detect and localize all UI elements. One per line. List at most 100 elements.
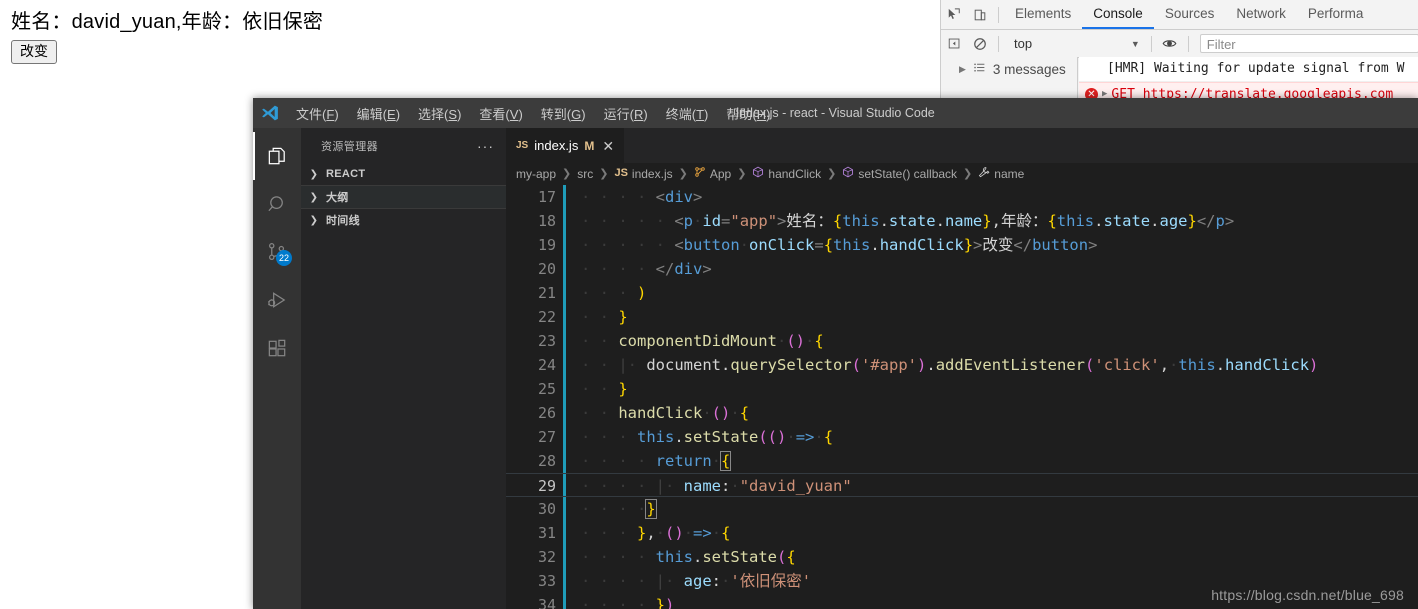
watermark: https://blog.csdn.net/blue_698 — [1211, 587, 1404, 603]
activity-bar: 22 — [253, 128, 301, 609]
sidebar-section-timeline[interactable]: ❯ 时间线 — [301, 209, 506, 231]
breadcrumb-separator: ❯ — [963, 168, 973, 181]
menu-help[interactable]: 帮助(H) — [717, 102, 779, 125]
console-sidebar: ▶ 3 messages — [941, 57, 1078, 104]
breadcrumb-separator: ❯ — [737, 168, 747, 181]
breadcrumb-item-setstate-callback[interactable]: setState() callback — [840, 166, 959, 181]
execution-context-select[interactable]: top ▼ — [1008, 34, 1146, 53]
search-icon[interactable] — [253, 180, 301, 228]
vscode-menubar: 文件(F) 编辑(E) 选择(S) 查看(V) 转到(G) 运行(R) 终端(T… — [287, 102, 779, 125]
message-list-icon — [973, 61, 986, 77]
line-content: · · · · </div> — [581, 259, 712, 278]
menu-run-label: 运行 — [603, 106, 630, 122]
sidebar-section-outline[interactable]: ❯ 大纲 — [301, 185, 506, 209]
line-content: · · · · <div> — [581, 187, 703, 206]
toolbar-divider-2 — [998, 35, 999, 52]
tab-elements[interactable]: Elements — [1004, 0, 1082, 29]
tab-performance[interactable]: Performa — [1297, 0, 1375, 29]
line-number: 21 — [537, 283, 556, 302]
unsaved-indicator: M — [584, 138, 595, 153]
menu-terminal-accel: T — [696, 106, 705, 122]
code-line[interactable]: 26 · · handClick·()·{ — [506, 401, 1418, 425]
sidebar-section-label: 大纲 — [326, 192, 349, 204]
menu-view-accel: V — [509, 106, 519, 122]
line-number: 32 — [537, 547, 556, 566]
menu-selection[interactable]: 选择(S) — [409, 102, 470, 125]
line-content: · · · },·()·=>·{ — [581, 523, 731, 542]
breadcrumb-item-my-app[interactable]: my-app — [514, 167, 558, 181]
menu-view[interactable]: 查看(V) — [470, 102, 531, 125]
code-line[interactable]: 21 · · · ) — [506, 281, 1418, 305]
menu-run-accel: R — [633, 106, 644, 122]
menu-go[interactable]: 转到(G) — [532, 102, 595, 125]
editor-tabbar: JS index.js M ✕ — [506, 128, 1418, 163]
breadcrumb-item-src[interactable]: src — [575, 167, 595, 181]
code-editor[interactable]: 17 · · · · <div> 18 · · · · · <p·id="app… — [506, 184, 1418, 609]
line-content: · · · this.setState(()·=>·{ — [581, 427, 834, 446]
menu-file[interactable]: 文件(F) — [287, 102, 348, 125]
tab-sources[interactable]: Sources — [1154, 0, 1226, 29]
live-expression-icon[interactable] — [1157, 31, 1183, 57]
code-line[interactable]: 22 · · } — [506, 305, 1418, 329]
breadcrumb-separator: ❯ — [827, 168, 837, 181]
sidebar-section-label: 时间线 — [326, 215, 360, 227]
code-line[interactable]: 25 · · } — [506, 377, 1418, 401]
editor-tab-index-js[interactable]: JS index.js M ✕ — [506, 128, 626, 163]
expand-arrow-icon[interactable]: ▶ — [959, 64, 966, 75]
code-line-current[interactable]: 29 · · · · |· name:·"david_yuan" — [506, 472, 1418, 497]
line-number: 20 — [537, 259, 556, 278]
explorer-icon[interactable] — [253, 132, 301, 180]
breadcrumb-item-name[interactable]: name — [976, 166, 1026, 181]
menu-edit[interactable]: 编辑(E) — [348, 102, 409, 125]
vscode-logo-icon — [253, 104, 287, 122]
change-button[interactable]: 改变 — [11, 40, 57, 65]
clear-console-icon[interactable] — [967, 31, 993, 57]
menu-run[interactable]: 运行(R) — [595, 102, 657, 125]
source-control-icon[interactable]: 22 — [253, 228, 301, 276]
breadcrumb-label: index.js — [631, 166, 673, 181]
sidebar-section-react[interactable]: ❯ REACT — [301, 163, 506, 185]
breadcrumb-label: setState() callback — [858, 166, 958, 181]
tab-network[interactable]: Network — [1225, 0, 1297, 29]
code-line[interactable]: 18 · · · · · <p·id="app">姓名：{this.state.… — [506, 209, 1418, 233]
code-line[interactable]: 27 · · · this.setState(()·=>·{ — [506, 425, 1418, 449]
line-content: · · · · |· name:·"david_yuan" — [581, 476, 852, 495]
tab-console[interactable]: Console — [1082, 0, 1154, 29]
code-line[interactable]: 19 · · · · · <button·onClick={this.handC… — [506, 233, 1418, 257]
code-line[interactable]: 17 · · · · <div> — [506, 185, 1418, 209]
menu-terminal[interactable]: 终端(T) — [657, 102, 718, 125]
device-toolbar-icon[interactable] — [967, 2, 993, 28]
code-line[interactable]: 23 · · componentDidMount·()·{ — [506, 329, 1418, 353]
more-actions-icon[interactable]: ··· — [477, 139, 494, 153]
console-log-line: [HMR] Waiting for update signal from W — [1079, 57, 1418, 82]
line-content: · · } — [581, 307, 628, 326]
menu-edit-accel: E — [387, 106, 396, 122]
inspect-element-icon[interactable] — [941, 2, 967, 28]
close-icon[interactable]: ✕ — [602, 139, 614, 153]
console-filter-input[interactable]: Filter — [1199, 34, 1418, 53]
line-content: · · componentDidMount·()·{ — [581, 331, 824, 350]
breadcrumb-separator: ❯ — [599, 168, 609, 181]
js-file-icon: JS — [614, 167, 628, 180]
toolbar-divider — [998, 6, 999, 23]
breadcrumb-item-app[interactable]: App — [692, 166, 733, 181]
code-line[interactable]: 30 · · · ·} — [506, 497, 1418, 521]
line-number: 33 — [537, 571, 556, 590]
console-output: [HMR] Waiting for update signal from W ✕… — [1079, 57, 1418, 104]
menu-file-accel: F — [326, 106, 335, 122]
code-line[interactable]: 31 · · · },·()·=>·{ — [506, 521, 1418, 545]
sidebar-item-messages[interactable]: ▶ 3 messages — [941, 57, 1077, 81]
breadcrumb-item-handclick[interactable]: handClick — [750, 166, 823, 181]
code-line[interactable]: 24 · · |· document.querySelector('#app')… — [506, 353, 1418, 377]
code-line[interactable]: 20 · · · · </div> — [506, 257, 1418, 281]
code-line[interactable]: 32 · · · · this.setState({ — [506, 545, 1418, 569]
run-and-debug-icon[interactable] — [253, 276, 301, 324]
menu-terminal-label: 终端 — [665, 106, 692, 122]
line-content: · · · ) — [581, 283, 647, 302]
console-sidebar-toggle-icon[interactable] — [941, 31, 967, 57]
line-number: 34 — [537, 595, 556, 609]
code-line[interactable]: 28 · · · · return·{ — [506, 449, 1418, 473]
breadcrumb-item-index-js[interactable]: JS index.js — [612, 167, 674, 181]
extensions-icon[interactable] — [253, 324, 301, 372]
line-number: 24 — [537, 355, 556, 374]
